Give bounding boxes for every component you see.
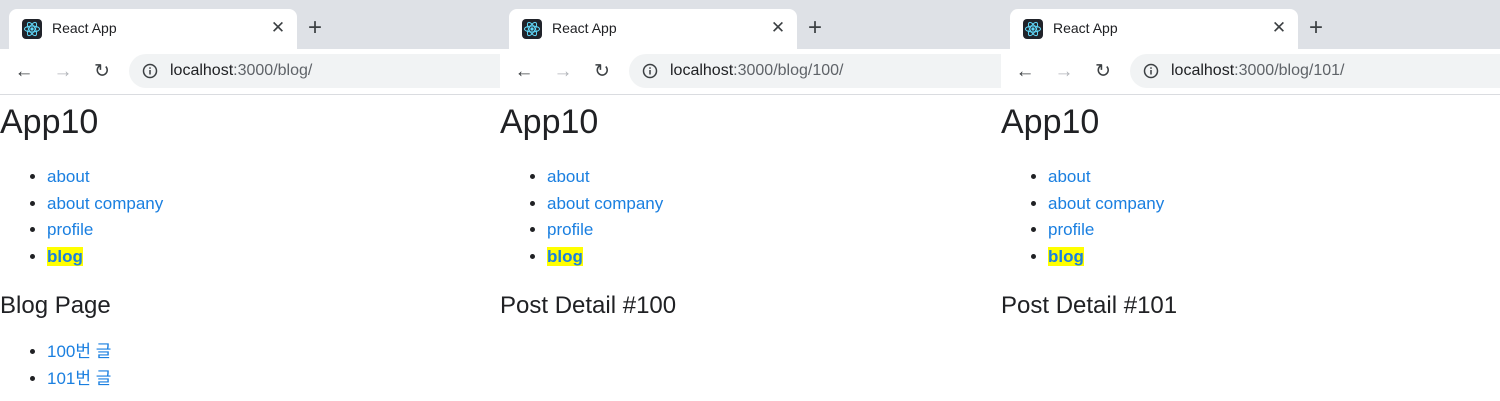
post-list: 100번 글 101번 글 (0, 339, 111, 392)
arrow-right-icon[interactable]: → (551, 60, 575, 84)
url-host: localhost (670, 62, 734, 79)
info-icon[interactable] (642, 63, 658, 79)
list-item: 100번 글 (47, 339, 111, 366)
info-icon[interactable] (1143, 63, 1159, 79)
tab-strip: React App ✕ + (1001, 0, 1500, 49)
link-profile[interactable]: profile (47, 220, 93, 239)
link-profile[interactable]: profile (547, 220, 593, 239)
url-text: localhost:3000/blog/100/ (670, 62, 843, 80)
url-host: localhost (1171, 62, 1235, 79)
link-about[interactable]: about (1048, 167, 1091, 186)
browser-tab[interactable]: React App ✕ (1010, 9, 1298, 49)
link-profile[interactable]: profile (1048, 220, 1094, 239)
url-path: :3000/blog/100/ (733, 62, 844, 79)
link-about[interactable]: about (47, 167, 90, 186)
nav-item: about company (1048, 191, 1164, 218)
app-title: App10 (1001, 103, 1100, 141)
page-content: App10 about about company profile blog P… (1001, 95, 1500, 401)
nav-item: profile (547, 217, 663, 244)
browser-toolbar: ← → ↻ localhost:3000/blog/100/ (500, 49, 1001, 95)
url-host: localhost (170, 62, 234, 79)
nav-item: about company (47, 191, 163, 218)
browser-tab[interactable]: React App ✕ (509, 9, 797, 49)
reload-icon[interactable]: ↻ (90, 60, 114, 84)
new-tab-button[interactable]: + (303, 16, 327, 40)
page-content: App10 about about company profile blog P… (500, 95, 1001, 401)
nav-item: profile (1048, 217, 1164, 244)
url-path: :3000/blog/101/ (1234, 62, 1345, 79)
arrow-right-icon[interactable]: → (1052, 60, 1076, 84)
react-logo-icon (22, 19, 42, 39)
close-icon[interactable]: ✕ (1268, 17, 1290, 39)
arrow-left-icon[interactable]: ← (512, 60, 536, 84)
page-heading: Post Detail #101 (1001, 292, 1178, 319)
nav-item: about company (547, 191, 663, 218)
link-blog-active[interactable]: blog (47, 246, 83, 266)
browser-window-post-100: React App ✕ + ← → ↻ localhost:3000/blog/… (500, 0, 1001, 401)
link-blog-active[interactable]: blog (547, 246, 583, 266)
tab-strip: React App ✕ + (500, 0, 1001, 49)
page-content: App10 about about company profile blog B… (0, 95, 500, 401)
address-bar[interactable]: localhost:3000/blog/ (129, 54, 500, 88)
arrow-right-icon[interactable]: → (51, 60, 75, 84)
arrow-left-icon[interactable]: ← (12, 60, 36, 84)
new-tab-button[interactable]: + (803, 16, 827, 40)
post-link-101[interactable]: 101번 글 (47, 369, 111, 388)
browser-toolbar: ← → ↻ localhost:3000/blog/101/ (1001, 49, 1500, 95)
url-path: :3000/blog/ (233, 62, 313, 79)
arrow-left-icon[interactable]: ← (1013, 60, 1037, 84)
link-blog-active[interactable]: blog (1048, 246, 1084, 266)
tab-strip: React App ✕ + (0, 0, 500, 49)
new-tab-button[interactable]: + (1304, 16, 1328, 40)
nav-menu: about about company profile blog (1001, 164, 1164, 270)
browser-toolbar: ← → ↻ localhost:3000/blog/ (0, 49, 500, 95)
nav-item: blog (1048, 244, 1164, 271)
tab-title: React App (552, 20, 617, 36)
reload-icon[interactable]: ↻ (1091, 60, 1115, 84)
page-heading: Blog Page (0, 292, 111, 319)
react-logo-icon (522, 19, 542, 39)
app-title: App10 (0, 103, 99, 141)
nav-item: blog (47, 244, 163, 271)
post-link-100[interactable]: 100번 글 (47, 342, 111, 361)
address-bar[interactable]: localhost:3000/blog/100/ (629, 54, 1001, 88)
link-about-company[interactable]: about company (47, 194, 163, 213)
browser-window-post-101: React App ✕ + ← → ↻ localhost:3000/blog/… (1001, 0, 1500, 401)
nav-item: about (1048, 164, 1164, 191)
nav-item: profile (47, 217, 163, 244)
tab-title: React App (52, 20, 117, 36)
app-title: App10 (500, 103, 599, 141)
browser-tab[interactable]: React App ✕ (9, 9, 297, 49)
nav-menu: about about company profile blog (0, 164, 163, 270)
link-about-company[interactable]: about company (547, 194, 663, 213)
tab-title: React App (1053, 20, 1118, 36)
nav-item: about (47, 164, 163, 191)
nav-item: blog (547, 244, 663, 271)
url-text: localhost:3000/blog/ (170, 62, 312, 80)
link-about-company[interactable]: about company (1048, 194, 1164, 213)
close-icon[interactable]: ✕ (767, 17, 789, 39)
address-bar[interactable]: localhost:3000/blog/101/ (1130, 54, 1500, 88)
nav-menu: about about company profile blog (500, 164, 663, 270)
page-heading: Post Detail #100 (500, 292, 677, 319)
info-icon[interactable] (142, 63, 158, 79)
list-item: 101번 글 (47, 366, 111, 393)
browser-window-blog: React App ✕ + ← → ↻ localhost:3000/blog/… (0, 0, 500, 401)
nav-item: about (547, 164, 663, 191)
link-about[interactable]: about (547, 167, 590, 186)
reload-icon[interactable]: ↻ (590, 60, 614, 84)
react-logo-icon (1023, 19, 1043, 39)
close-icon[interactable]: ✕ (267, 17, 289, 39)
url-text: localhost:3000/blog/101/ (1171, 62, 1344, 80)
